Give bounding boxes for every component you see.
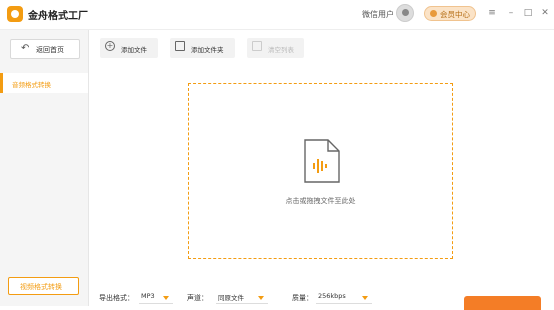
vip-center-label: 会员中心 — [440, 10, 470, 19]
output-options-bar: 导出格式： MP3 声道： 同原文件 质量： 256kbps — [89, 285, 554, 310]
format-label: 导出格式： — [99, 294, 134, 302]
drop-hint: 点击或拖拽文件至此处 — [285, 197, 356, 205]
crown-icon — [430, 10, 437, 17]
back-home-label: 返回首页 — [36, 46, 64, 54]
menu-icon[interactable]: ≡ — [486, 7, 498, 19]
quality-select[interactable]: 256kbps — [316, 291, 372, 304]
user-name[interactable]: 微信用户 — [362, 9, 394, 20]
vip-center-button[interactable]: 会员中心 — [424, 6, 476, 21]
format-select[interactable]: MP3 — [139, 291, 173, 304]
add-file-button[interactable]: + 添加文件 — [100, 38, 158, 58]
clear-list-label: 清空列表 — [268, 46, 294, 54]
video-convert-button[interactable]: 视频格式转换 — [8, 277, 79, 295]
audio-file-icon — [304, 139, 340, 183]
close-icon[interactable]: ✕ — [539, 7, 551, 19]
quality-value: 256kbps — [318, 292, 346, 300]
folder-icon — [175, 41, 185, 51]
plus-circle-icon: + — [105, 41, 115, 51]
app-title: 金舟格式工厂 — [28, 11, 88, 22]
minimize-icon[interactable]: – — [505, 7, 517, 19]
chevron-down-icon — [163, 296, 169, 300]
add-file-label: 添加文件 — [121, 46, 147, 54]
trash-icon — [252, 41, 262, 51]
add-folder-label: 添加文件夹 — [191, 46, 224, 54]
channel-value: 同原文件 — [218, 294, 244, 302]
video-convert-label: 视频格式转换 — [20, 283, 62, 291]
quality-label: 质量： — [292, 294, 313, 302]
drop-zone[interactable]: 点击或拖拽文件至此处 — [188, 83, 453, 259]
start-convert-button[interactable] — [464, 296, 541, 310]
title-bar: 金舟格式工厂 微信用户 会员中心 ≡ – □ ✕ — [0, 0, 554, 30]
sidebar-item-label: 音频格式转换 — [12, 81, 51, 89]
maximize-icon[interactable]: □ — [522, 7, 534, 19]
chevron-down-icon — [362, 296, 368, 300]
channel-label: 声道： — [187, 294, 208, 302]
clear-list-button[interactable]: 清空列表 — [247, 38, 304, 58]
back-home-button[interactable]: ↶ 返回首页 — [10, 39, 80, 59]
app-logo-icon — [7, 6, 23, 22]
avatar[interactable] — [396, 4, 414, 22]
sidebar: ↶ 返回首页 音频格式转换 视频格式转换 — [0, 30, 89, 306]
format-value: MP3 — [141, 292, 155, 300]
sidebar-item-audio-convert[interactable]: 音频格式转换 — [0, 73, 88, 93]
active-marker — [0, 73, 3, 93]
channel-select[interactable]: 同原文件 — [216, 291, 268, 304]
chevron-down-icon — [258, 296, 264, 300]
add-folder-button[interactable]: 添加文件夹 — [170, 38, 235, 58]
back-arrow-icon: ↶ — [21, 43, 30, 54]
